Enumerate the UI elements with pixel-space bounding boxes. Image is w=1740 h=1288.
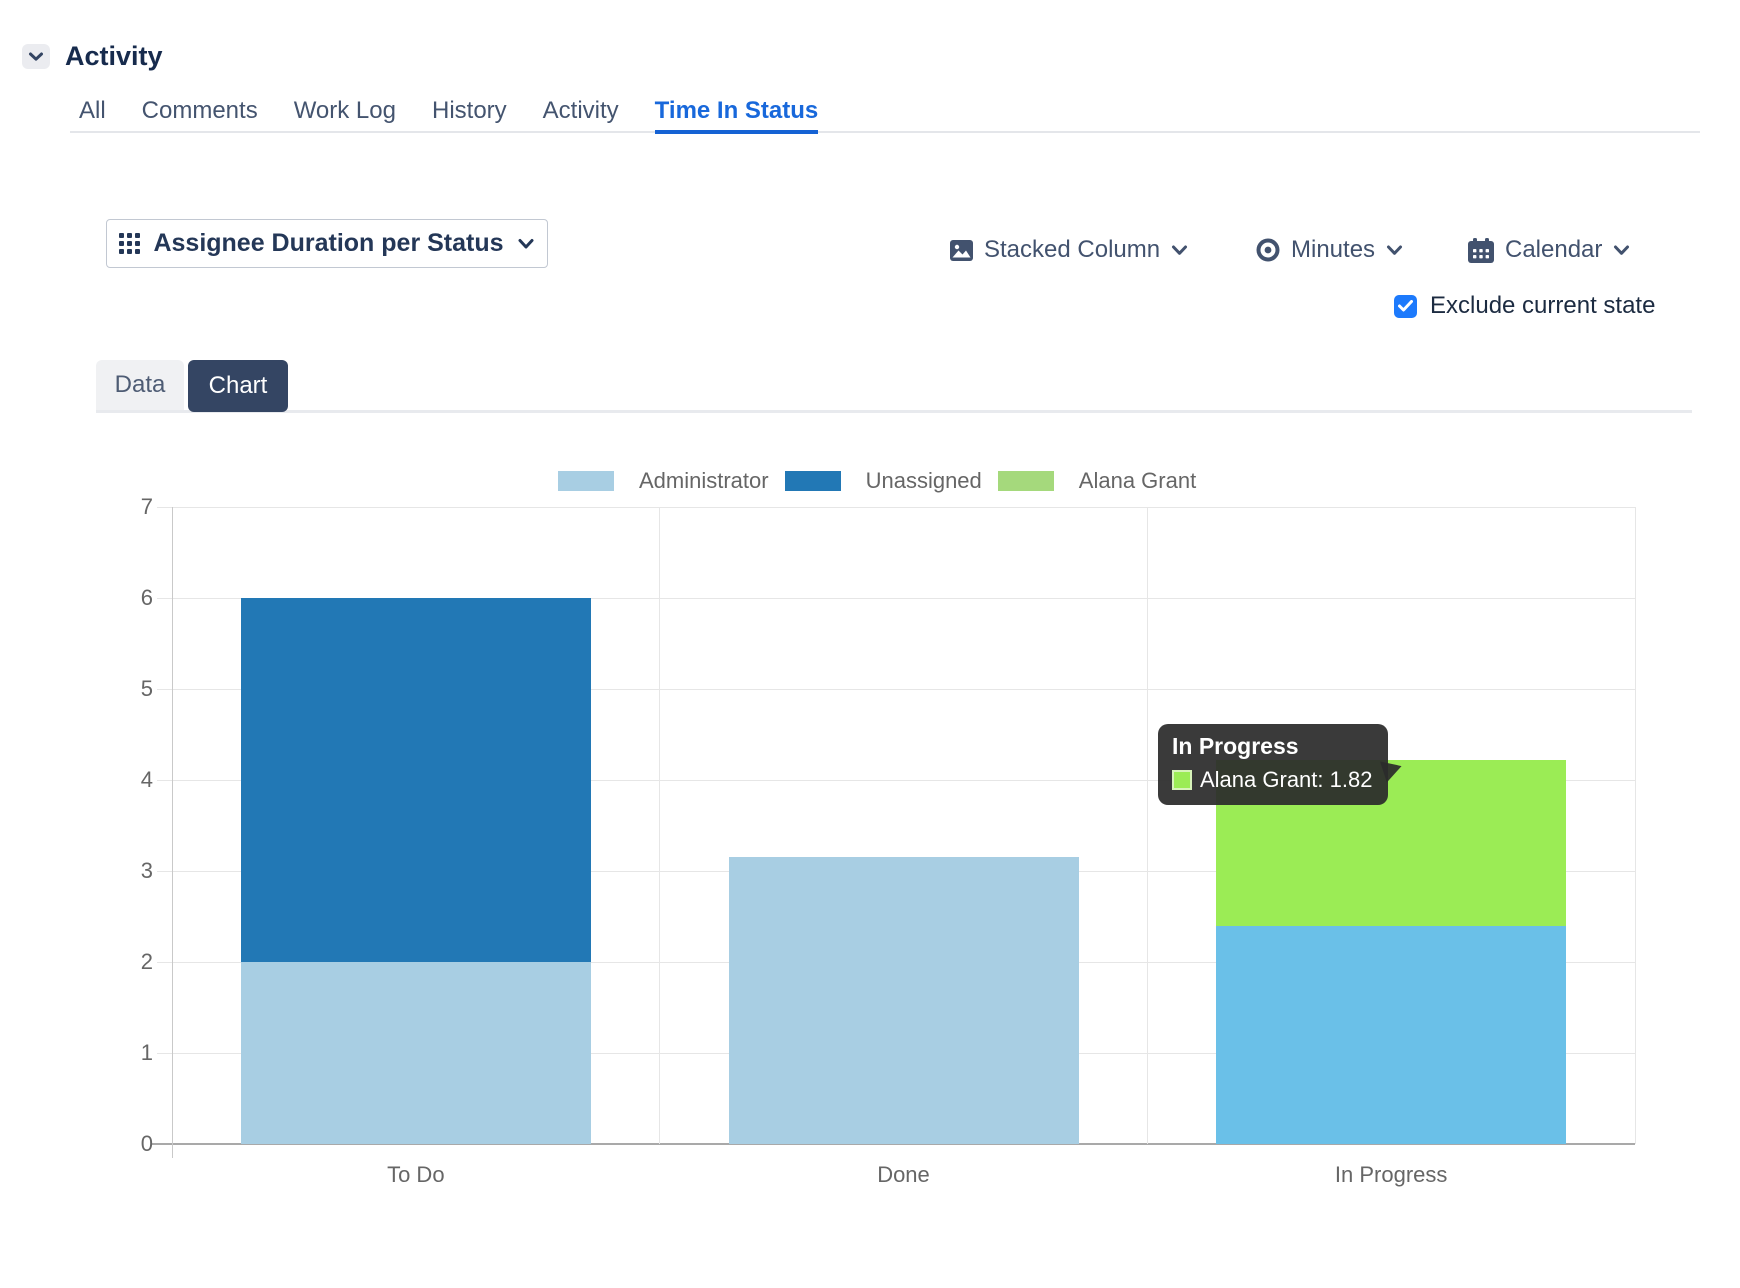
tab-all[interactable]: All: [79, 97, 106, 134]
plot-right-border: [1635, 507, 1636, 1144]
legend-label: Unassigned: [866, 468, 982, 494]
bar-segment[interactable]: [1216, 926, 1566, 1144]
legend-item[interactable]: Unassigned: [785, 468, 982, 494]
gridline: [1147, 507, 1148, 1144]
unit-label: Minutes: [1291, 236, 1375, 264]
legend-item[interactable]: Alana Grant: [998, 468, 1196, 494]
y-axis-tick-label: 7: [108, 494, 153, 520]
calendar-dropdown[interactable]: Calendar: [1468, 228, 1630, 272]
y-axis-line: [172, 507, 173, 1158]
chart-type-label: Stacked Column: [984, 236, 1160, 264]
activity-tab-bar: All Comments Work Log History Activity T…: [79, 97, 818, 134]
chart-tooltip: In Progress Alana Grant: 1.82: [1158, 724, 1388, 805]
legend-label: Administrator: [639, 468, 769, 494]
chevron-down-icon: [1386, 245, 1403, 256]
tooltip-value: Alana Grant: 1.82: [1200, 767, 1372, 793]
chevron-down-icon: [517, 238, 535, 250]
tab-chart-view[interactable]: Chart: [188, 360, 288, 412]
y-axis-tick-label: 3: [108, 858, 153, 884]
activity-section-header: Activity: [22, 41, 163, 72]
exclude-current-state-checkbox[interactable]: [1394, 295, 1417, 318]
tab-time-in-status[interactable]: Time In Status: [655, 97, 819, 134]
gridline: [659, 507, 660, 1144]
chevron-down-icon: [28, 51, 44, 63]
page-title: Activity: [65, 41, 163, 72]
legend-label: Alana Grant: [1079, 468, 1196, 494]
checkmark-icon: [1398, 300, 1413, 312]
y-axis-tick-label: 0: [108, 1131, 153, 1157]
bar-segment[interactable]: [729, 857, 1079, 1144]
report-selector-label: Assignee Duration per Status: [153, 229, 503, 258]
legend-swatch: [558, 471, 614, 491]
tooltip-title: In Progress: [1172, 733, 1372, 760]
stacked-column-chart: 01234567To DoDoneIn Progress: [172, 507, 1635, 1144]
y-axis-tick-label: 2: [108, 949, 153, 975]
tab-activity[interactable]: Activity: [543, 97, 619, 134]
gridline: [157, 507, 1635, 508]
image-icon: [950, 240, 973, 261]
x-axis-category-label: To Do: [172, 1162, 660, 1188]
y-axis-tick-label: 6: [108, 585, 153, 611]
chevron-down-icon: [1171, 245, 1188, 256]
view-toggle-divider: [96, 410, 1692, 413]
y-axis-tick-label: 5: [108, 676, 153, 702]
bar-segment[interactable]: [241, 962, 591, 1144]
tab-data-view[interactable]: Data: [96, 360, 184, 410]
calendar-icon: [1468, 238, 1494, 263]
x-axis-category-label: Done: [660, 1162, 1148, 1188]
legend-swatch: [998, 471, 1054, 491]
x-axis-category-label: In Progress: [1147, 1162, 1635, 1188]
chart-type-dropdown[interactable]: Stacked Column: [950, 228, 1188, 272]
exclude-current-state-label: Exclude current state: [1430, 292, 1655, 320]
tab-comments[interactable]: Comments: [142, 97, 258, 134]
calendar-label: Calendar: [1505, 236, 1602, 264]
chevron-down-icon: [1613, 245, 1630, 256]
exclude-current-state-option[interactable]: Exclude current state: [1394, 292, 1655, 320]
collapse-activity-button[interactable]: [22, 44, 50, 69]
report-selector-dropdown[interactable]: Assignee Duration per Status: [106, 219, 548, 268]
legend-item[interactable]: Administrator: [558, 468, 769, 494]
chart-legend: Administrator Unassigned Alana Grant: [558, 468, 1196, 494]
tab-work-log[interactable]: Work Log: [294, 97, 396, 134]
tooltip-row: Alana Grant: 1.82: [1172, 767, 1372, 793]
tooltip-series-swatch: [1172, 770, 1192, 790]
bar-segment[interactable]: [241, 598, 591, 962]
eye-icon: [1256, 238, 1280, 262]
legend-swatch: [785, 471, 841, 491]
unit-dropdown[interactable]: Minutes: [1256, 228, 1403, 272]
grid-icon: [119, 233, 140, 254]
tab-history[interactable]: History: [432, 97, 507, 134]
y-axis-tick-label: 4: [108, 767, 153, 793]
y-axis-tick-label: 1: [108, 1040, 153, 1066]
